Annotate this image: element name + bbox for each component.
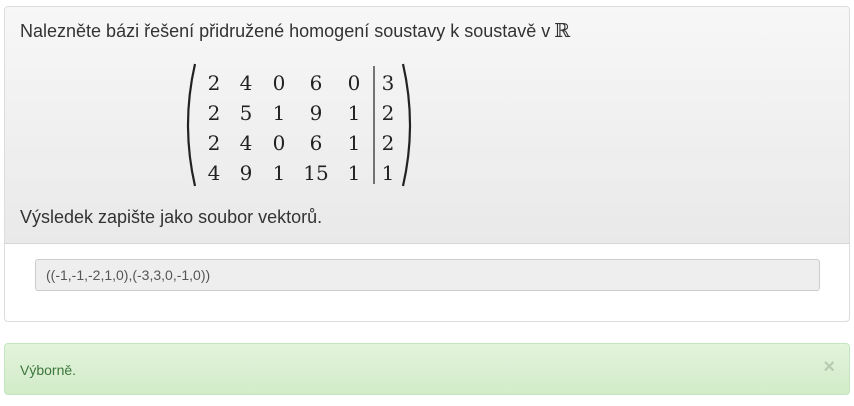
matrix-cell: 1 <box>381 161 395 185</box>
success-alert: Výborně. × <box>4 343 850 395</box>
matrix-cell: 15 <box>303 161 329 185</box>
matrix-cell: 4 <box>239 71 253 95</box>
reals-symbol: ℝ <box>554 20 571 42</box>
matrix-cell: 0 <box>272 71 286 95</box>
question-label: Nalezněte bázi řešení přidružené homogen… <box>20 21 551 41</box>
matrix-cell: 2 <box>381 101 395 125</box>
matrix-cell: 4 <box>207 161 221 185</box>
augmented-matrix: 2 4 0 6 0 3 2 5 1 9 1 2 2 4 0 6 1 2 4 9 1 15 1 1 <box>179 60 419 190</box>
matrix-cell: 1 <box>347 161 361 185</box>
matrix-cell: 2 <box>207 101 221 125</box>
matrix-grid: 2 4 0 6 0 3 2 5 1 9 1 2 2 4 0 6 1 2 4 9 1 15 1 1 <box>179 60 419 190</box>
matrix-cell: 2 <box>381 131 395 155</box>
matrix-cell: 4 <box>239 131 253 155</box>
matrix-cell: 2 <box>207 131 221 155</box>
matrix-cell: 9 <box>239 161 253 185</box>
matrix-cell: 1 <box>347 101 361 125</box>
question-text: Nalezněte bázi řešení přidružené homogen… <box>20 19 570 43</box>
matrix-cell: 9 <box>309 101 323 125</box>
answer-input[interactable] <box>35 259 820 291</box>
matrix-cell: 0 <box>347 71 361 95</box>
matrix-cell: 2 <box>207 71 221 95</box>
matrix-cell: 1 <box>347 131 361 155</box>
matrix-cell: 6 <box>309 71 323 95</box>
matrix-cell: 1 <box>272 101 286 125</box>
matrix-cell: 1 <box>272 161 286 185</box>
matrix-cell: 6 <box>309 131 323 155</box>
success-message: Výborně. <box>20 362 77 378</box>
matrix-cell: 5 <box>239 101 253 125</box>
matrix-cell: 0 <box>272 131 286 155</box>
close-icon[interactable]: × <box>823 356 835 378</box>
instruction-text: Výsledek zapište jako soubor vektorů. <box>20 207 323 227</box>
matrix-cell: 3 <box>381 71 395 95</box>
question-panel: Nalezněte bázi řešení přidružené homogen… <box>4 6 850 322</box>
question-heading: Nalezněte bázi řešení přidružené homogen… <box>5 7 849 244</box>
